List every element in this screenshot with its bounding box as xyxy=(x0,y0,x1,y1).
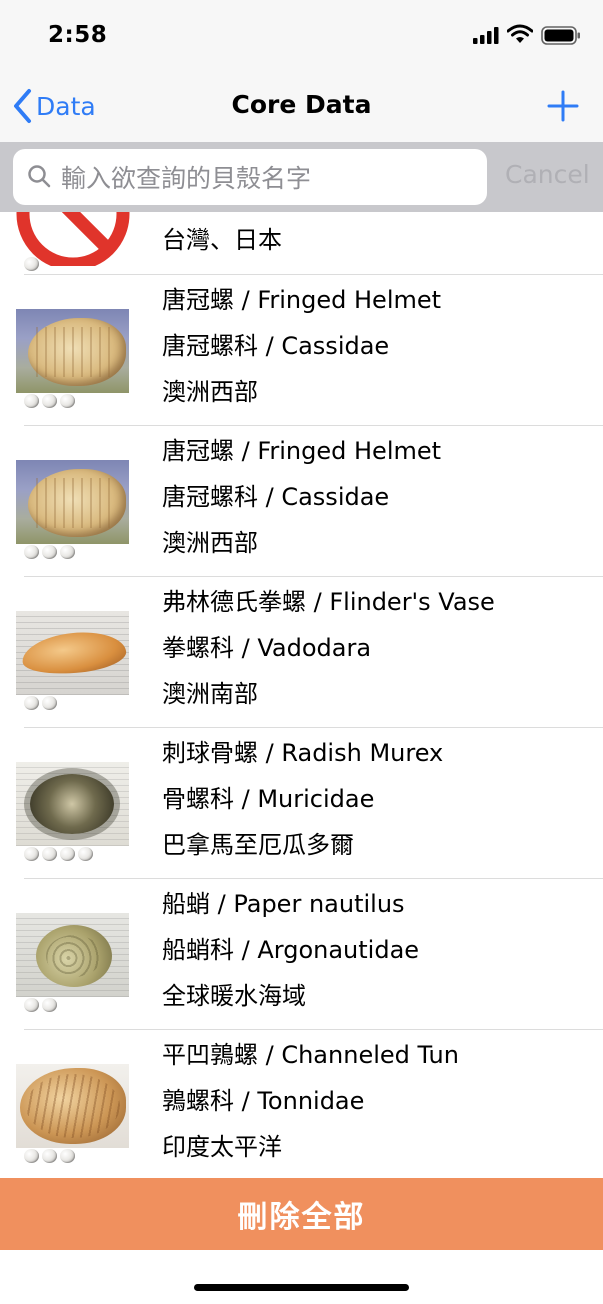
page-title: Core Data xyxy=(231,90,372,119)
shell-name: 船蛸 / Paper nautilus xyxy=(162,890,405,918)
shell-family: 鶉螺科 / Tonnidae xyxy=(162,1087,365,1115)
rating-shell-icon xyxy=(60,545,75,559)
list-item[interactable]: 船蛸 / Paper nautilus 船蛸科 / Argonautidae 全… xyxy=(0,879,603,1030)
shell-name: 唐冠螺 / Fringed Helmet xyxy=(162,437,442,465)
rating-shell-icon xyxy=(60,1149,75,1163)
rating-shell-icon xyxy=(24,998,39,1012)
status-time: 2:58 xyxy=(48,22,108,48)
shell-family: 骨螺科 / Muricidae xyxy=(162,785,375,813)
status-bar: 2:58 xyxy=(0,0,603,72)
delete-all-button[interactable]: 刪除全部 xyxy=(0,1178,603,1250)
shell-name: 平凹鶉螺 / Channeled Tun xyxy=(162,1041,459,1069)
rating-shell-icon xyxy=(24,257,39,271)
shell-thumbnail xyxy=(16,762,129,846)
list-item[interactable]: 台灣、日本 xyxy=(0,212,603,275)
rating-shell-icon xyxy=(24,847,39,861)
shell-thumbnail xyxy=(16,611,129,695)
rating-shell-icon xyxy=(42,696,57,710)
shell-region: 巴拿馬至厄瓜多爾 xyxy=(162,831,354,859)
shell-name: 刺球骨螺 / Radish Murex xyxy=(162,739,444,767)
rating-shell-icon xyxy=(24,696,39,710)
rating-shell-icon xyxy=(24,394,39,408)
shell-family: 唐冠螺科 / Cassidae xyxy=(162,332,390,360)
search-icon xyxy=(28,165,51,188)
rating-shell-icon xyxy=(42,394,57,408)
rating-shell-icon xyxy=(42,847,57,861)
shell-family: 拳螺科 / Vadodara xyxy=(162,634,372,662)
search-bar: Cancel xyxy=(0,142,603,212)
list-item[interactable]: 刺球骨螺 / Radish Murex 骨螺科 / Muricidae 巴拿馬至… xyxy=(0,728,603,879)
shell-region: 澳洲南部 xyxy=(162,680,258,708)
rating-shell-icon xyxy=(42,545,57,559)
navigation-bar: Data Core Data xyxy=(0,72,603,142)
search-field[interactable] xyxy=(13,149,487,205)
plus-icon[interactable] xyxy=(545,88,581,124)
shell-name: 唐冠螺 / Fringed Helmet xyxy=(162,286,442,314)
rating xyxy=(24,847,93,863)
rating xyxy=(24,1149,75,1165)
shell-name: 弗林德氏拳螺 / Flinder's Vase xyxy=(162,588,495,616)
list-item[interactable]: 唐冠螺 / Fringed Helmet 唐冠螺科 / Cassidae 澳洲西… xyxy=(0,275,603,426)
home-indicator[interactable] xyxy=(194,1284,409,1291)
rating-shell-icon xyxy=(42,998,57,1012)
shell-region: 澳洲西部 xyxy=(162,529,258,557)
rating-shell-icon xyxy=(60,847,75,861)
rating xyxy=(24,696,57,712)
list-item[interactable]: 唐冠螺 / Fringed Helmet 唐冠螺科 / Cassidae 澳洲西… xyxy=(0,426,603,577)
delete-all-label: 刪除全部 xyxy=(237,1200,366,1235)
wifi-icon xyxy=(507,24,533,43)
shell-list: 台灣、日本 唐冠螺 / Fringed Helmet 唐冠螺科 / Cassid… xyxy=(0,212,603,1178)
rating-shell-icon xyxy=(78,847,93,861)
battery-icon xyxy=(541,26,580,45)
rating xyxy=(24,394,75,410)
rating-shell-icon xyxy=(24,545,39,559)
shell-region: 全球暖水海域 xyxy=(162,982,306,1010)
shell-region: 台灣、日本 xyxy=(162,226,282,254)
shell-region: 澳洲西部 xyxy=(162,378,258,406)
shell-region: 印度太平洋 xyxy=(162,1133,282,1161)
shell-thumbnail xyxy=(16,460,129,544)
rating xyxy=(24,998,57,1014)
shell-thumbnail xyxy=(16,913,129,997)
shell-thumbnail xyxy=(16,1064,129,1148)
rating xyxy=(24,545,75,561)
shell-family: 船蛸科 / Argonautidae xyxy=(162,936,420,964)
list-item[interactable]: 平凹鶉螺 / Channeled Tun 鶉螺科 / Tonnidae 印度太平… xyxy=(0,1030,603,1178)
list-item[interactable]: 弗林德氏拳螺 / Flinder's Vase 拳螺科 / Vadodara 澳… xyxy=(0,577,603,728)
cancel-button[interactable]: Cancel xyxy=(505,160,590,189)
rating-shell-icon xyxy=(42,1149,57,1163)
search-input[interactable] xyxy=(59,157,473,199)
rating-shell-icon xyxy=(60,394,75,408)
shell-thumbnail xyxy=(16,309,129,393)
signal-icon xyxy=(473,27,499,44)
rating-shell-icon xyxy=(24,1149,39,1163)
rating xyxy=(24,257,39,273)
shell-family: 唐冠螺科 / Cassidae xyxy=(162,483,390,511)
